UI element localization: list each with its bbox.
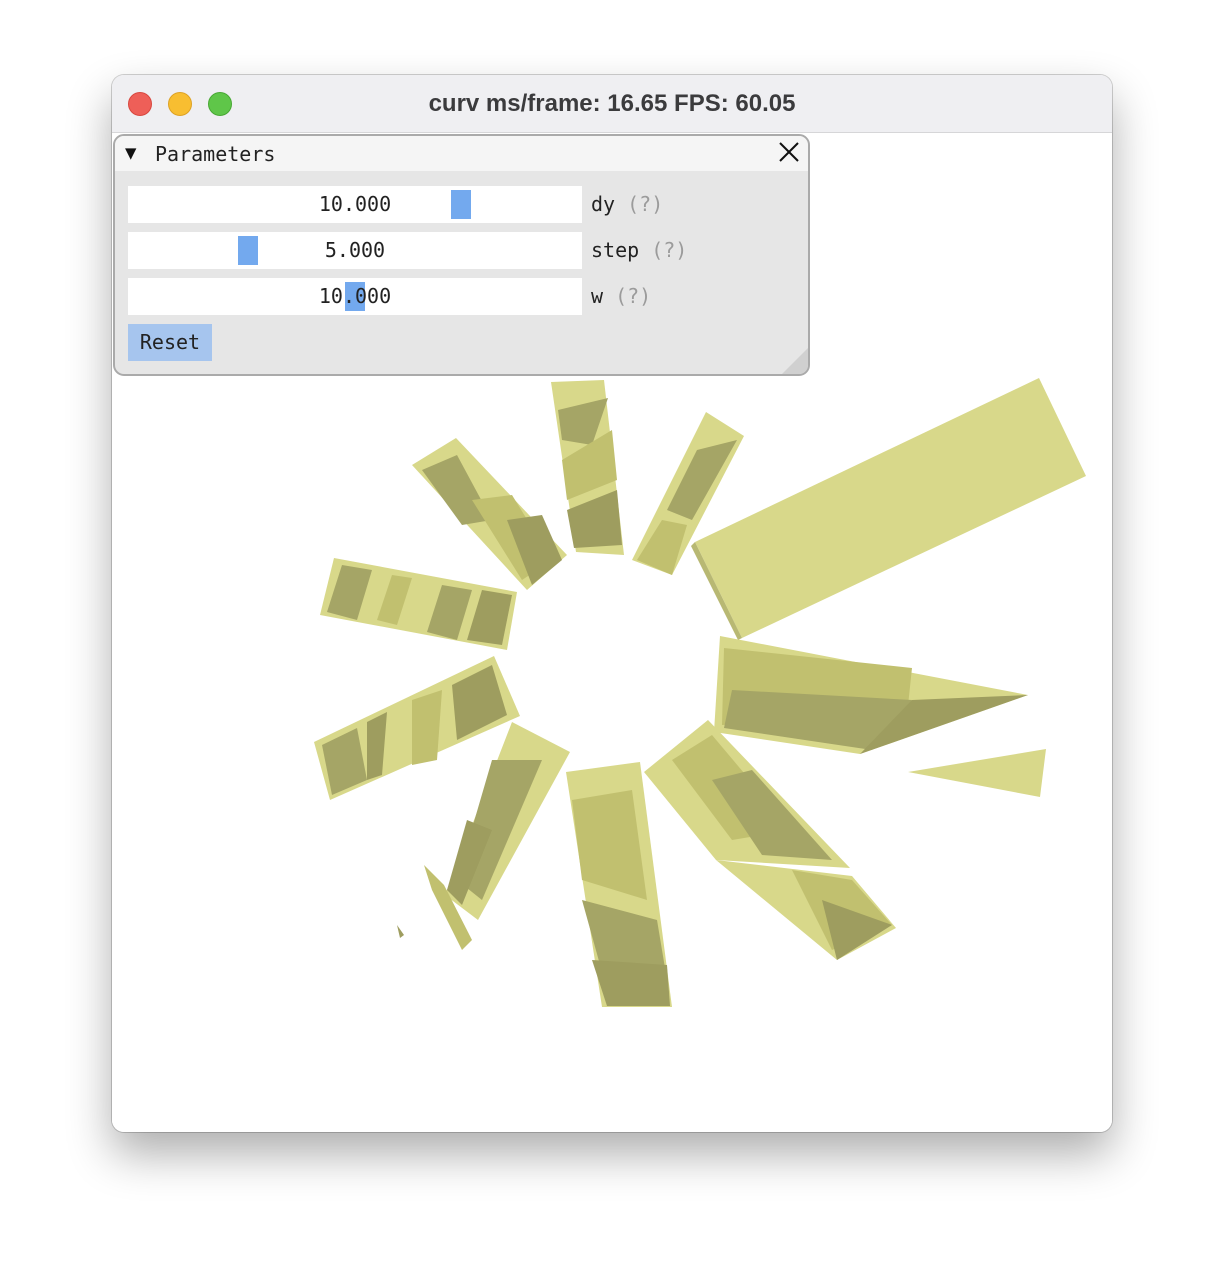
- param-row-w: 10.000 w (?): [128, 278, 803, 315]
- w-slider[interactable]: 10.000: [128, 278, 582, 315]
- step-slider-value: 5.000: [324, 238, 386, 262]
- window-title: curv ms/frame: 16.65 FPS: 60.05: [428, 90, 796, 117]
- resize-grip-icon[interactable]: [780, 346, 808, 374]
- dy-slider-value: 10.000: [318, 192, 392, 216]
- step-slider[interactable]: 5.000: [128, 232, 582, 269]
- title-bar[interactable]: curv ms/frame: 16.65 FPS: 60.05: [112, 75, 1112, 133]
- dy-help-marker[interactable]: (?): [627, 192, 663, 216]
- panel-header[interactable]: ▼ Parameters: [115, 136, 808, 171]
- dy-slider[interactable]: 10.000: [128, 186, 582, 223]
- app-window: curv ms/frame: 16.65 FPS: 60.05 ▼ Parame…: [112, 75, 1112, 1132]
- reset-button[interactable]: Reset: [128, 324, 212, 361]
- step-help-marker[interactable]: (?): [651, 238, 687, 262]
- close-icon[interactable]: [776, 139, 802, 165]
- w-label: w (?): [591, 284, 652, 308]
- triangle-down-icon[interactable]: ▼: [125, 141, 136, 165]
- panel-title: Parameters: [155, 142, 276, 166]
- param-row-step: 5.000 step (?): [128, 232, 803, 269]
- parameters-panel: ▼ Parameters 10.000 dy (?) 5.000 step (?…: [113, 134, 810, 376]
- step-label: step (?): [591, 238, 688, 262]
- w-slider-value: 10.000: [318, 284, 392, 308]
- param-row-dy: 10.000 dy (?): [128, 186, 803, 223]
- w-help-marker[interactable]: (?): [615, 284, 651, 308]
- dy-label: dy (?): [591, 192, 664, 216]
